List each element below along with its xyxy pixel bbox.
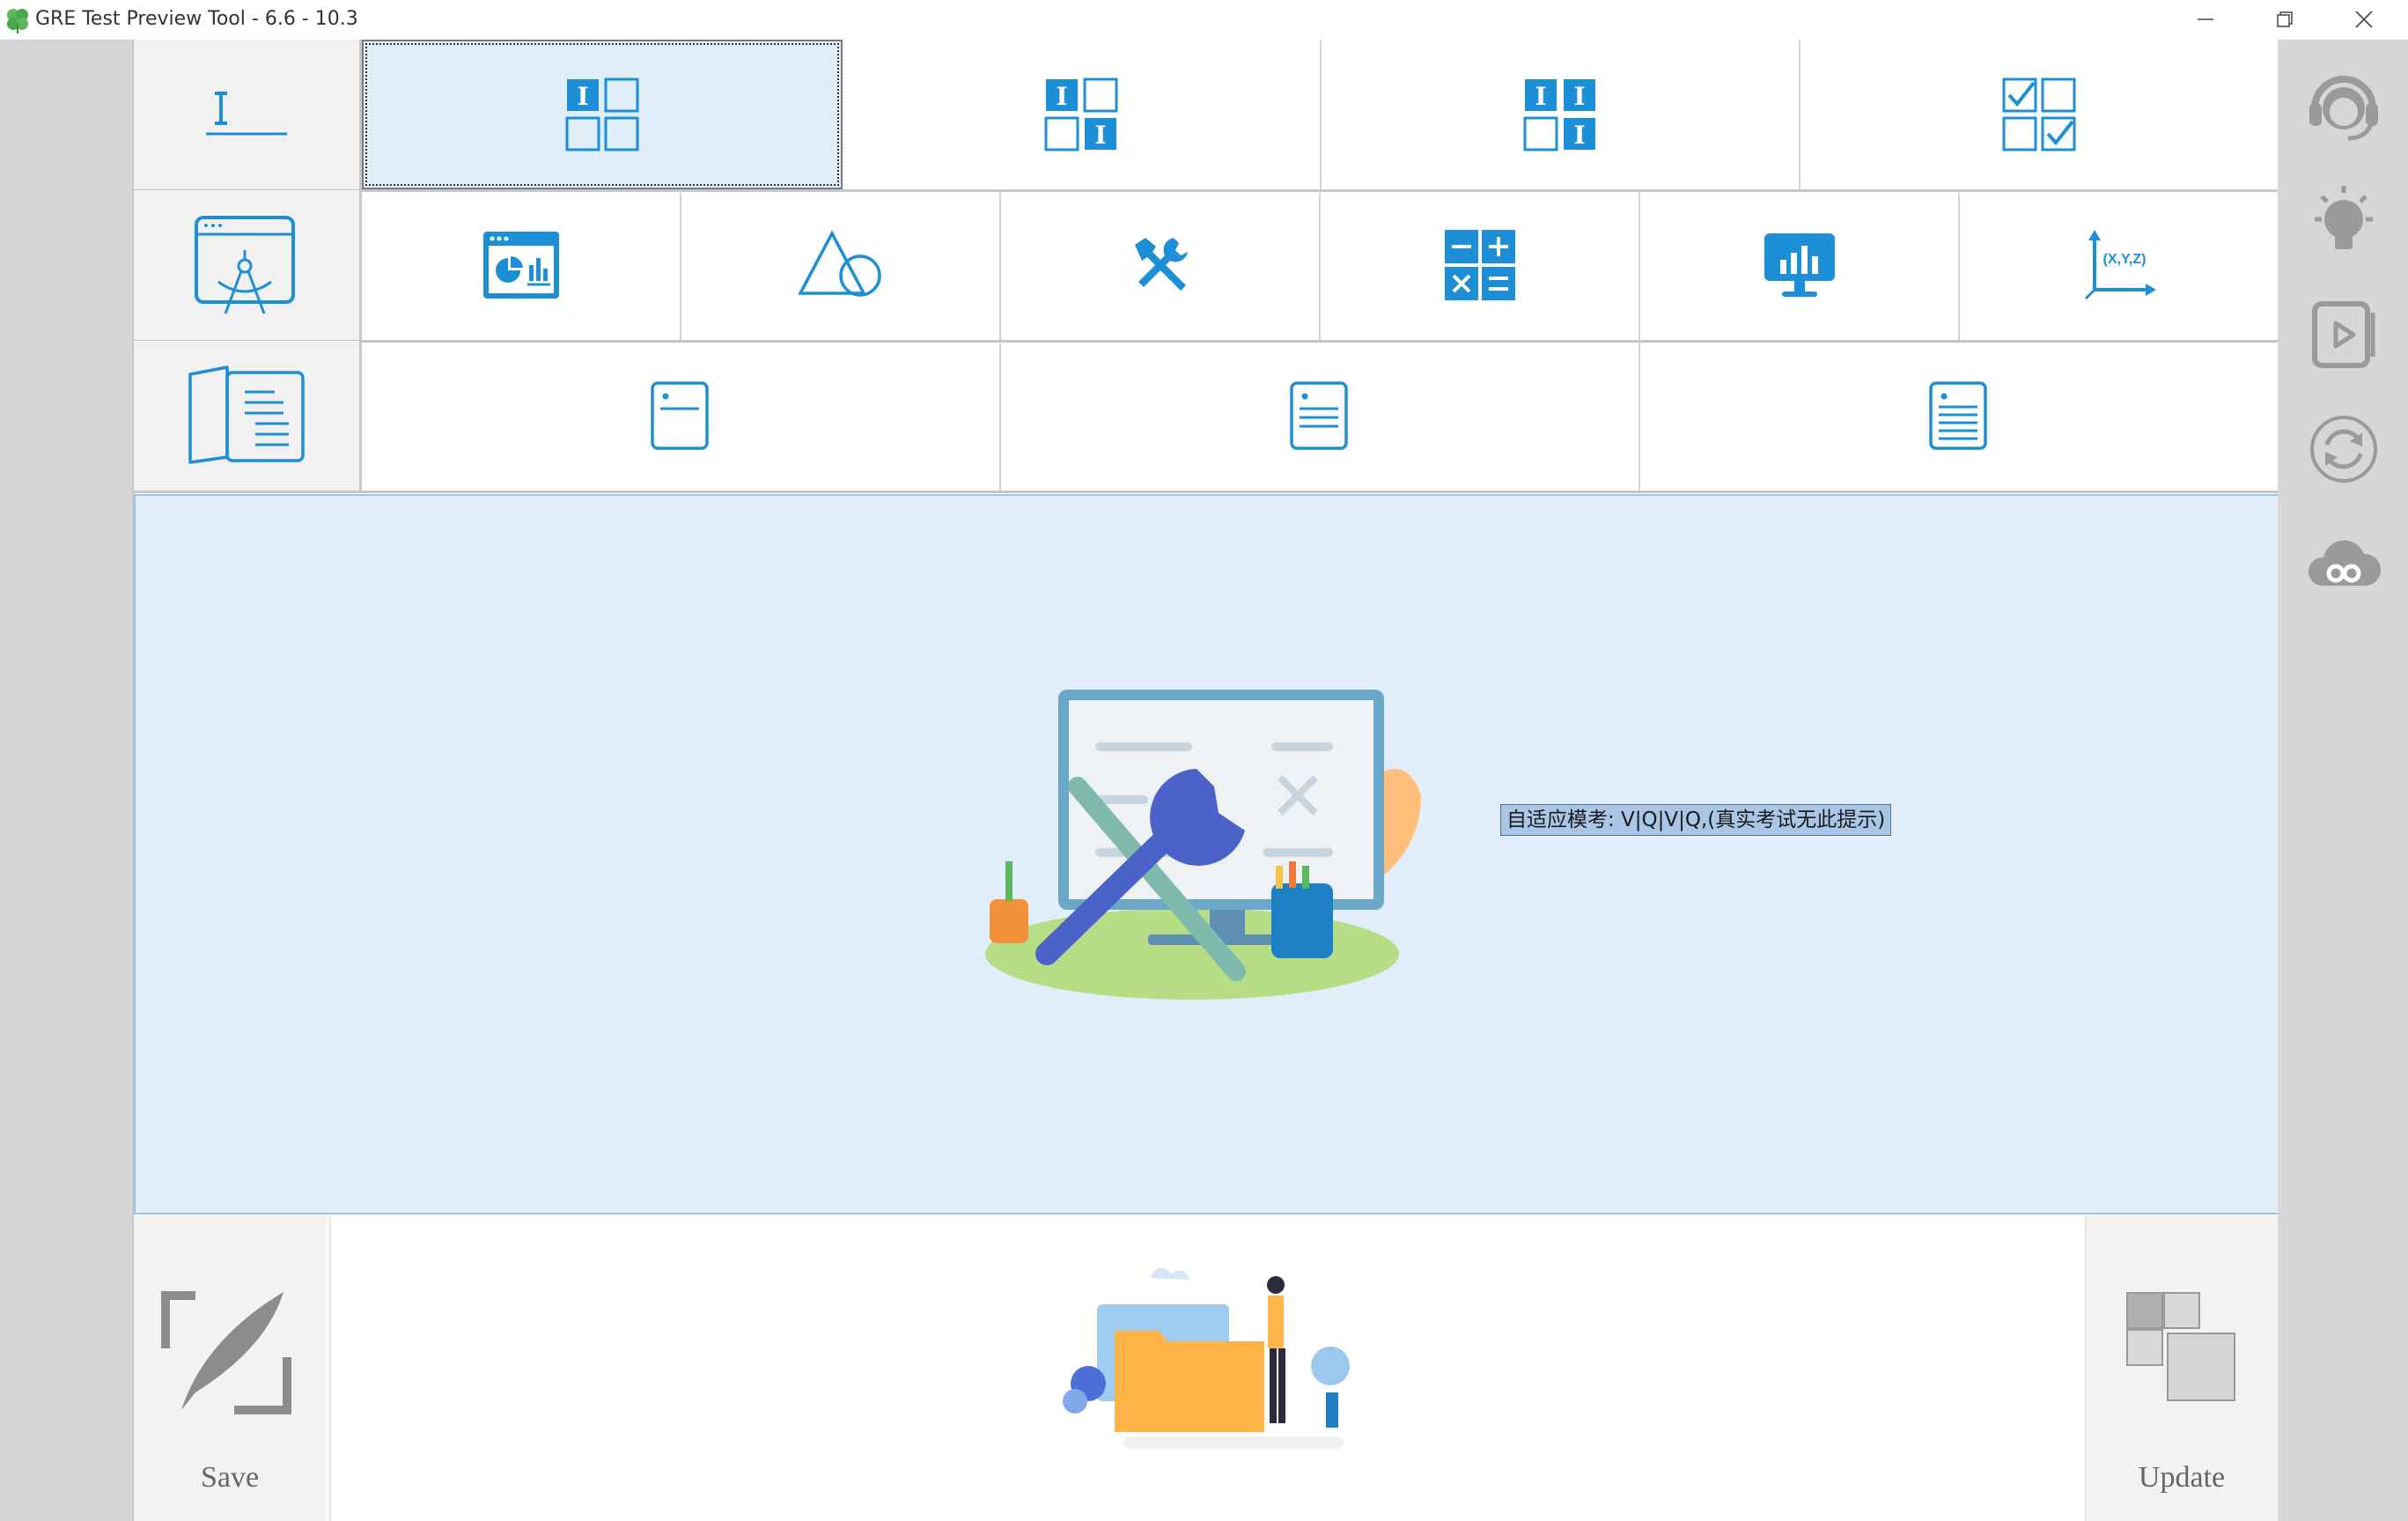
close-icon — [2355, 11, 2373, 28]
triangle-circle-icon — [798, 230, 881, 297]
support-button[interactable] — [2304, 66, 2383, 145]
update-squares-icon — [2126, 1292, 2235, 1401]
document-medium-icon — [1290, 381, 1348, 450]
play-video-icon — [2312, 301, 2375, 368]
adaptive-mode-label: 自适应模考: V|Q|V|Q,(真实考试无此提示) — [1500, 804, 1892, 836]
toolbar-row-question-types: I I I I I I — [134, 40, 2278, 192]
tool-single-blank[interactable]: I — [362, 40, 843, 189]
restore-button[interactable] — [2245, 0, 2324, 40]
lightbulb-icon — [2315, 186, 2373, 249]
bottom-panel: Save Update — [134, 1216, 2278, 1521]
svg-text:I: I — [1535, 82, 1546, 111]
window-title: GRE Test Preview Tool - 6.6 - 10.3 — [35, 8, 358, 30]
tool-double-blank[interactable]: I I — [843, 40, 1322, 189]
folder-person-illustration — [1063, 1267, 1350, 1449]
monitor-tools-illustration — [985, 690, 1421, 1000]
workspace-area: 自适应模考: V|Q|V|Q,(真实考试无此提示) — [134, 494, 2279, 1215]
tips-button[interactable] — [2304, 181, 2383, 260]
text-grid-diagonal-icon: I I — [1044, 78, 1118, 151]
clover-app-icon — [7, 9, 28, 33]
refresh-icon — [2310, 416, 2377, 483]
cloud-link-icon — [2308, 540, 2382, 586]
svg-text:I: I — [577, 82, 588, 111]
toolbar-row-reading — [134, 341, 2278, 493]
tool-sentence-equivalence[interactable] — [1800, 40, 2278, 189]
close-button[interactable] — [2324, 0, 2404, 40]
minimize-icon — [2198, 18, 2213, 20]
title-bar: GRE Test Preview Tool - 6.6 - 10.3 — [0, 0, 2408, 41]
row-head-reading[interactable] — [134, 341, 362, 491]
compass-window-icon — [195, 216, 295, 314]
tool-presentation[interactable] — [1640, 190, 1960, 340]
minimize-button[interactable] — [2166, 0, 2245, 40]
text-cursor-icon — [206, 92, 287, 136]
video-button[interactable] — [2304, 295, 2383, 374]
tool-reading-short[interactable] — [362, 341, 1001, 491]
restore-icon — [2277, 11, 2293, 27]
document-short-icon — [651, 381, 709, 450]
open-book-icon — [188, 365, 305, 464]
calculator-icon — [1444, 230, 1515, 300]
tool-triple-blank[interactable]: I I I — [1322, 40, 1800, 189]
xyz-label: (X,Y,Z) — [2102, 252, 2146, 267]
cloud-sync-button[interactable] — [2304, 524, 2383, 603]
quill-save-icon — [161, 1291, 291, 1414]
svg-text:I: I — [1056, 82, 1067, 111]
tool-calculator[interactable] — [1321, 190, 1640, 340]
update-button[interactable]: Update — [2087, 1216, 2278, 1521]
tool-reading-long[interactable] — [1640, 341, 2278, 491]
row-head-text[interactable] — [134, 40, 362, 189]
document-long-icon — [1929, 381, 1987, 450]
dashboard-window-icon — [482, 232, 559, 299]
tool-coordinates[interactable]: (X,Y,Z) — [1960, 190, 2278, 340]
row-head-quant[interactable] — [134, 190, 362, 340]
refresh-button[interactable] — [2304, 410, 2383, 489]
monitor-chart-icon — [1764, 233, 1835, 297]
update-label: Update — [2138, 1461, 2226, 1494]
status-illustration-pane — [329, 1216, 2087, 1521]
text-grid-single-icon: I — [565, 78, 639, 151]
tool-data-interpretation[interactable] — [362, 190, 681, 340]
svg-text:I: I — [1573, 121, 1585, 150]
svg-text:I: I — [1573, 82, 1585, 111]
save-label: Save — [200, 1461, 260, 1494]
toolbar-row-quant: (X,Y,Z) — [134, 190, 2278, 343]
xyz-axes-icon: (X,Y,Z) — [2084, 230, 2156, 300]
tool-reading-medium[interactable] — [1001, 341, 1640, 491]
save-button[interactable]: Save — [134, 1216, 326, 1521]
text-grid-four-icon: I I I — [1523, 79, 1595, 151]
svg-text:I: I — [1094, 121, 1106, 150]
tool-tools[interactable] — [1001, 190, 1321, 340]
main-panel: I I I I I I (X,Y,Z) 自适应模考: V|Q|V|Q,(真实考试… — [132, 40, 2279, 1521]
tool-geometry[interactable] — [681, 190, 1001, 340]
checkbox-grid-icon — [2002, 78, 2076, 151]
headset-support-icon — [2309, 76, 2378, 141]
tools-icon — [1134, 238, 1188, 291]
right-sidebar — [2278, 40, 2408, 1521]
